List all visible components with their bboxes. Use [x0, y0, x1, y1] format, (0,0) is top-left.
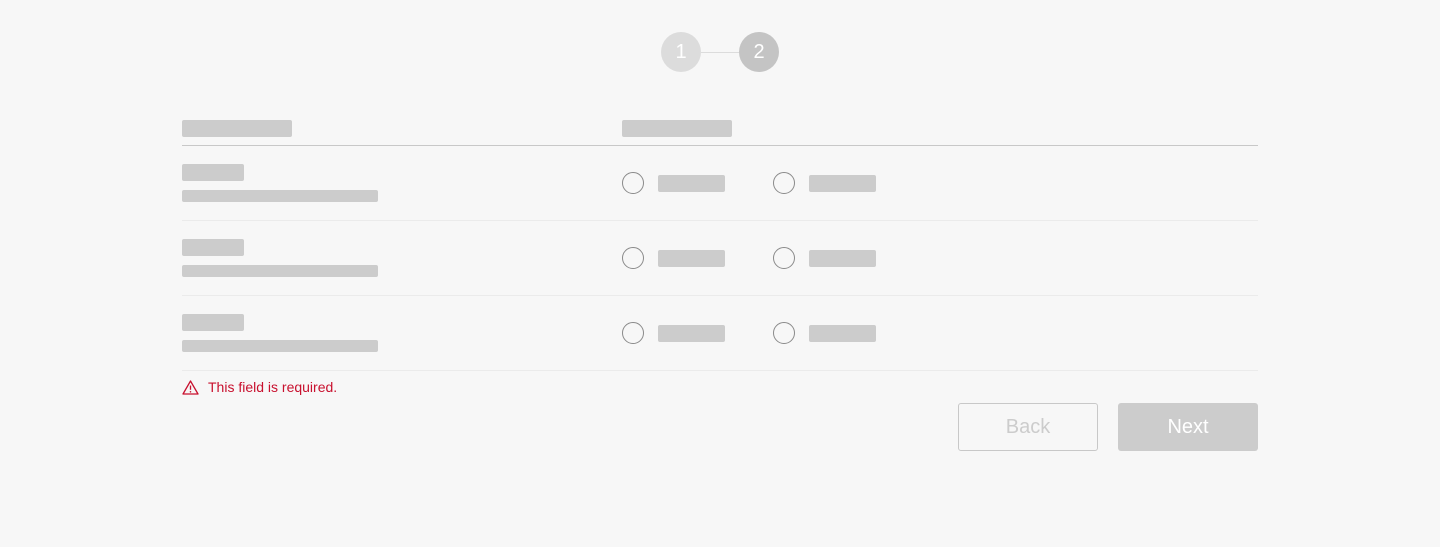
- radio-option-1[interactable]: [622, 322, 644, 344]
- step-2[interactable]: 2: [739, 32, 779, 72]
- radio-option-1[interactable]: [622, 247, 644, 269]
- column-header-skeleton-1: [182, 120, 292, 137]
- validation-error: This field is required.: [182, 379, 337, 395]
- row-title-skeleton: [182, 164, 244, 181]
- table-row: [182, 146, 1258, 221]
- row-description-skeleton: [182, 340, 378, 352]
- radio-label-skeleton: [809, 175, 876, 192]
- back-button[interactable]: Back: [958, 403, 1098, 451]
- radio-label-skeleton: [658, 325, 725, 342]
- column-header-skeleton-2: [622, 120, 732, 137]
- table-row: [182, 221, 1258, 296]
- radio-option-1[interactable]: [622, 172, 644, 194]
- options-table: [182, 118, 1258, 371]
- validation-error-message: This field is required.: [208, 379, 338, 395]
- row-title-skeleton: [182, 314, 244, 331]
- radio-label-skeleton: [658, 250, 725, 267]
- row-description-skeleton: [182, 190, 378, 202]
- radio-label-skeleton: [809, 325, 876, 342]
- table-header: [182, 118, 1258, 146]
- radio-option-2[interactable]: [773, 247, 795, 269]
- step-1[interactable]: 1: [661, 32, 701, 72]
- radio-label-skeleton: [809, 250, 876, 267]
- step-connector: [701, 51, 739, 53]
- radio-label-skeleton: [658, 175, 725, 192]
- table-row: [182, 296, 1258, 371]
- radio-option-2[interactable]: [773, 322, 795, 344]
- warning-triangle-icon: [182, 379, 199, 395]
- radio-option-2[interactable]: [773, 172, 795, 194]
- next-button[interactable]: Next: [1118, 403, 1258, 451]
- row-description-skeleton: [182, 265, 378, 277]
- row-title-skeleton: [182, 239, 244, 256]
- stepper: 1 2: [661, 32, 779, 72]
